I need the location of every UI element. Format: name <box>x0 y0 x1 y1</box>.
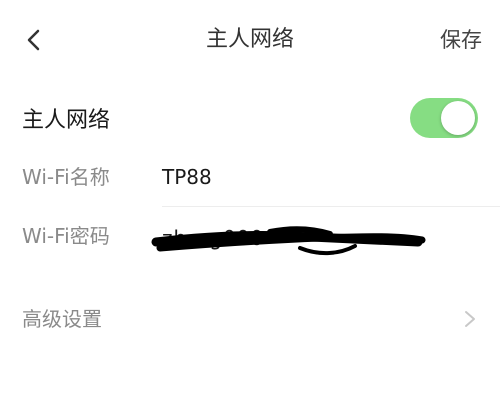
main-network-toggle[interactable] <box>410 98 478 138</box>
wifi-name-row: Wi-Fi名称 TP88 <box>0 150 500 206</box>
divider <box>162 206 500 207</box>
toggle-knob <box>441 101 475 135</box>
wifi-name-value[interactable]: TP88 <box>162 162 212 192</box>
wifi-name-label: Wi-Fi名称 <box>22 165 110 189</box>
page-title: 主人网络 <box>205 27 294 52</box>
header: 主人网络 保存 <box>0 0 500 82</box>
advanced-settings-label: 高级设置 <box>22 307 102 331</box>
wifi-password-field[interactable]: zh···g000· <box>150 218 430 262</box>
screen: 主人网络 保存 主人网络 Wi-Fi名称 TP88 Wi-Fi密码 zh···g… <box>0 0 500 420</box>
chevron-right-icon <box>465 311 475 327</box>
main-network-label: 主人网络 <box>22 108 111 133</box>
main-network-row: 主人网络 <box>0 95 500 147</box>
redaction-scribble <box>151 226 426 255</box>
advanced-settings-row[interactable]: 高级设置 <box>0 296 500 344</box>
save-button[interactable]: 保存 <box>440 24 482 56</box>
wifi-password-label: Wi-Fi密码 <box>22 224 110 248</box>
